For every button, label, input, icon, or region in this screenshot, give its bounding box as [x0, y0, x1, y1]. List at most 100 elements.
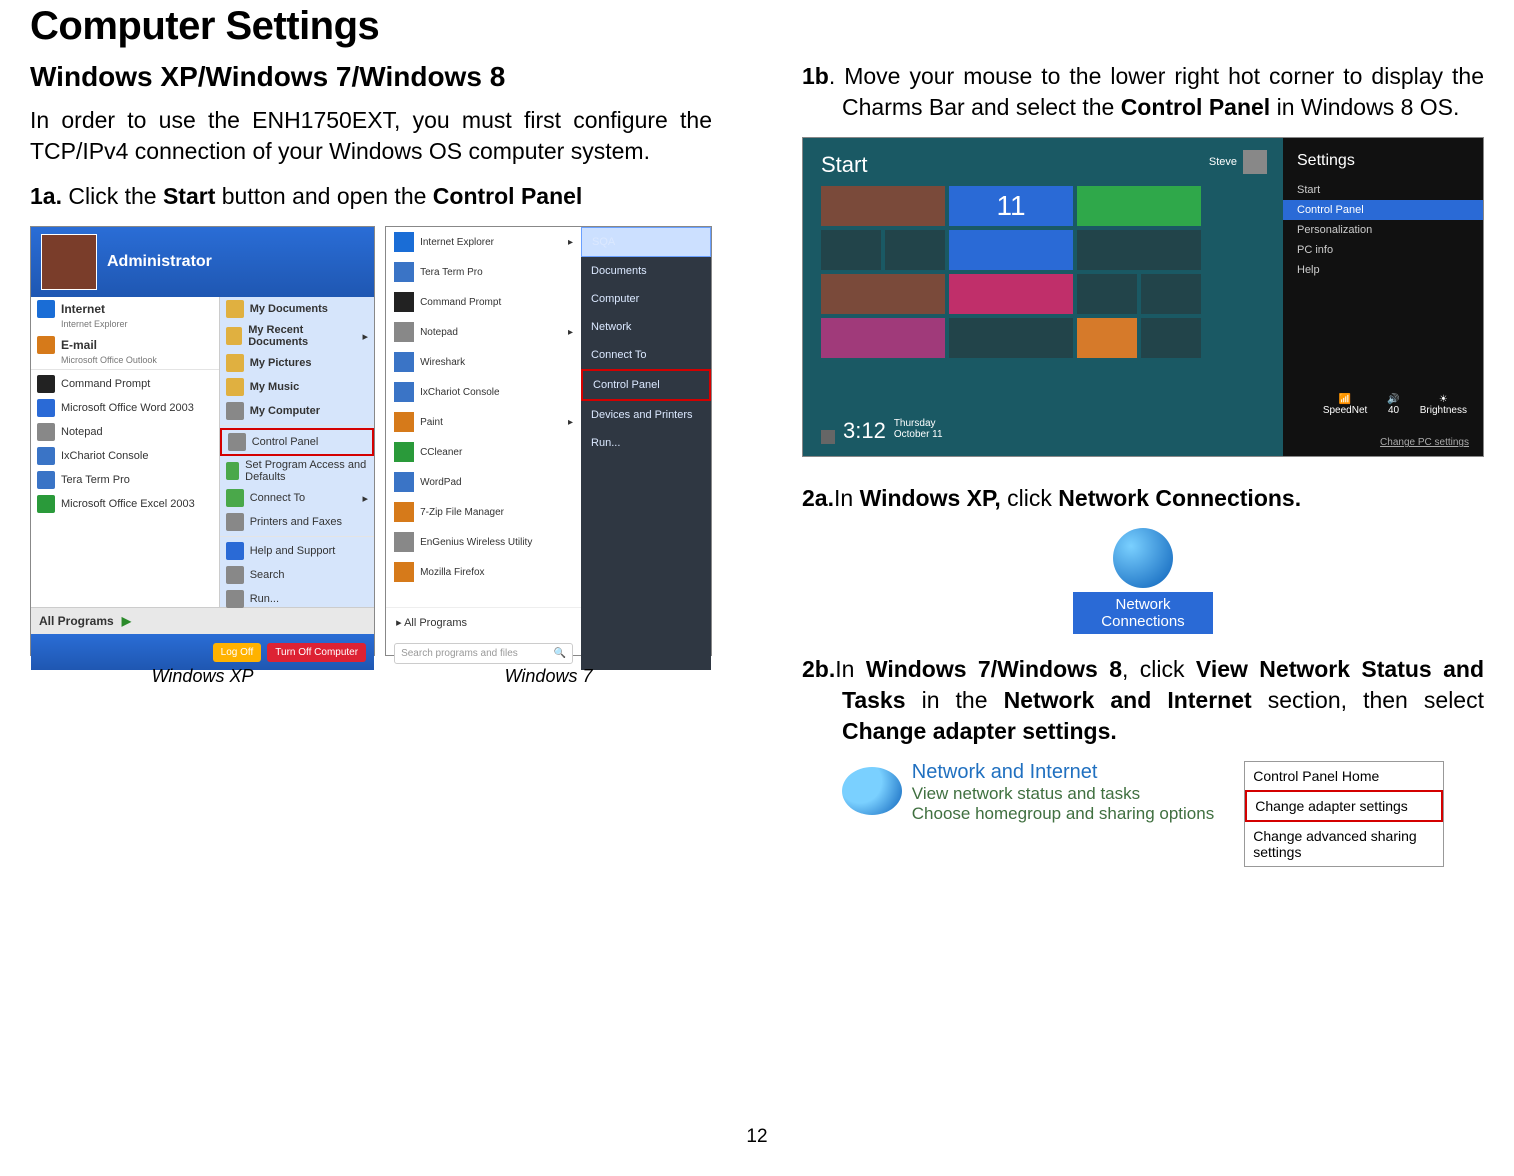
w8-user-badge: Steve [1209, 150, 1267, 174]
w7-all-programs-label: All Programs [404, 617, 467, 629]
xp-menu-item: Printers and Faxes [220, 510, 374, 534]
w8-tile-photos [821, 318, 945, 358]
w7-menu-item: WordPad [386, 467, 581, 497]
w7-menu-item: Notepad▸ [386, 317, 581, 347]
keyboard-icon [821, 430, 835, 444]
xp-menu-item: E-mail [31, 333, 219, 357]
xp-footer: Log Off Turn Off Computer [31, 634, 374, 670]
xp-menu-item: Microsoft Office Word 2003 [31, 396, 219, 420]
w7-menu-item: Devices and Printers [581, 401, 711, 429]
xp-menu-item: My Recent Documents ▸ [220, 321, 374, 351]
xp-menu-item: My Pictures [220, 351, 374, 375]
w7-menu-item: Wireshark [386, 347, 581, 377]
change-adapter-settings-item: Change adapter settings [1245, 790, 1443, 822]
step-2b-mid1: , click [1122, 656, 1196, 682]
w7-search-box: Search programs and files 🔍 [394, 643, 573, 664]
step-2b-mid3: section, then select [1252, 687, 1484, 713]
control-panel-home-box: Control Panel Home Change adapter settin… [1244, 761, 1444, 867]
w7-menu-item: Paint▸ [386, 407, 581, 437]
screenshot-windows-7: Internet Explorer▸Tera Term ProCommand P… [385, 226, 712, 656]
wifi-icon: 📶SpeedNet [1323, 394, 1367, 416]
w8-settings-title: Settings [1283, 148, 1483, 180]
w8-day: Thursday [894, 418, 943, 429]
xp-menu-item: Run... [220, 587, 374, 611]
w8-change-pc-settings: Change PC settings [1380, 437, 1469, 448]
app-icon [37, 447, 55, 465]
xp-start-header: Administrator [31, 227, 374, 297]
step-num-1a: 1a. [30, 183, 62, 209]
w8-clock: 3:12 Thursday October 11 [821, 418, 943, 444]
app-icon [228, 433, 246, 451]
w8-user-avatar [1243, 150, 1267, 174]
step-2b-mid2: in the [906, 687, 1004, 713]
app-icon [226, 590, 244, 608]
globe-network-icon [842, 767, 902, 815]
app-icon [394, 472, 414, 492]
step-1a-bold2: Control Panel [433, 183, 583, 209]
w8-settings-charm: Settings StartControl PanelPersonalizati… [1283, 138, 1483, 456]
step-2b-b4: Change adapter settings. [842, 718, 1117, 744]
caption-row: Windows XP Windows 7 [30, 666, 712, 687]
step-1a-bold1: Start [163, 183, 215, 209]
brightness-icon: ☀Brightness [1420, 394, 1467, 416]
xp-menu-item: Search [220, 563, 374, 587]
netint-line2: Choose homegroup and sharing options [912, 804, 1214, 824]
w7-menu-item: SQA [581, 227, 711, 257]
step-2a-b1: Windows XP, [860, 485, 1001, 511]
w8-user-name: Steve [1209, 156, 1237, 168]
app-icon [37, 300, 55, 318]
step-1b: 1b. Move your mouse to the lower right h… [802, 61, 1484, 123]
app-icon [37, 471, 55, 489]
screenshots-row: Administrator InternetInternet ExplorerE… [30, 226, 712, 656]
netint-title: Network and Internet [912, 761, 1214, 784]
change-advanced-sharing-item: Change advanced sharing settings [1245, 822, 1443, 866]
right-column: 1b. Move your mouse to the lower right h… [802, 61, 1484, 867]
app-icon [226, 566, 244, 584]
xp-menu-item: My Documents [220, 297, 374, 321]
step-1a-mid: button and open the [215, 183, 432, 209]
xp-menu-item: Microsoft Office Excel 2003 [31, 492, 219, 516]
app-icon [394, 502, 414, 522]
step-num-1b: 1b [802, 63, 829, 89]
xp-left-panel: InternetInternet ExplorerE-mailMicrosoft… [31, 297, 220, 607]
network-connections-icon: Network Connections [1073, 528, 1213, 634]
step-2b-b1: Windows 7/Windows 8 [866, 656, 1122, 682]
w7-menu-item: Connect To [581, 341, 711, 369]
xp-menu-item: IxChariot Console [31, 444, 219, 468]
step-2b-pre: In [835, 656, 866, 682]
w8-tile-calendar: 11 [949, 186, 1073, 226]
step-2a-pre: In [834, 485, 860, 511]
w7-menu-item: 7-Zip File Manager [386, 497, 581, 527]
app-icon [226, 354, 244, 372]
app-icon [226, 300, 244, 318]
app-icon [394, 442, 414, 462]
w8-tile-photo [821, 186, 945, 226]
step-2b-b3: Network and Internet [1004, 687, 1252, 713]
app-icon [226, 489, 244, 507]
app-icon [37, 336, 55, 354]
w7-menu-item: Run... [581, 429, 711, 457]
app-icon [394, 232, 414, 252]
arrow-right-icon: ▶ [122, 614, 131, 628]
xp-logoff-button: Log Off [213, 643, 262, 662]
w8-settings-item: Start [1283, 180, 1483, 200]
w8-tile-ie [949, 230, 1073, 270]
w8-settings-item: PC info [1283, 240, 1483, 260]
xp-menu-item: Tera Term Pro [31, 468, 219, 492]
step-2a-b2: Network Connections. [1058, 485, 1301, 511]
intro-paragraph: In order to use the ENH1750EXT, you must… [30, 105, 712, 167]
xp-menu-item: Connect To ▸ [220, 486, 374, 510]
w8-tile [821, 230, 881, 270]
app-icon [394, 412, 414, 432]
w8-tile-weather [949, 318, 1073, 358]
w7-menu-item: Computer [581, 285, 711, 313]
app-icon [226, 378, 244, 396]
xp-user-avatar [41, 234, 97, 290]
xp-right-panel: My DocumentsMy Recent Documents ▸My Pict… [220, 297, 374, 607]
app-icon [394, 262, 414, 282]
w8-date: October 11 [894, 429, 943, 440]
page-number: 12 [746, 1126, 767, 1148]
step-1a-pre: Click the [62, 183, 163, 209]
network-connections-label: Network Connections [1073, 592, 1213, 634]
screenshot-windows-xp: Administrator InternetInternet ExplorerE… [30, 226, 375, 656]
